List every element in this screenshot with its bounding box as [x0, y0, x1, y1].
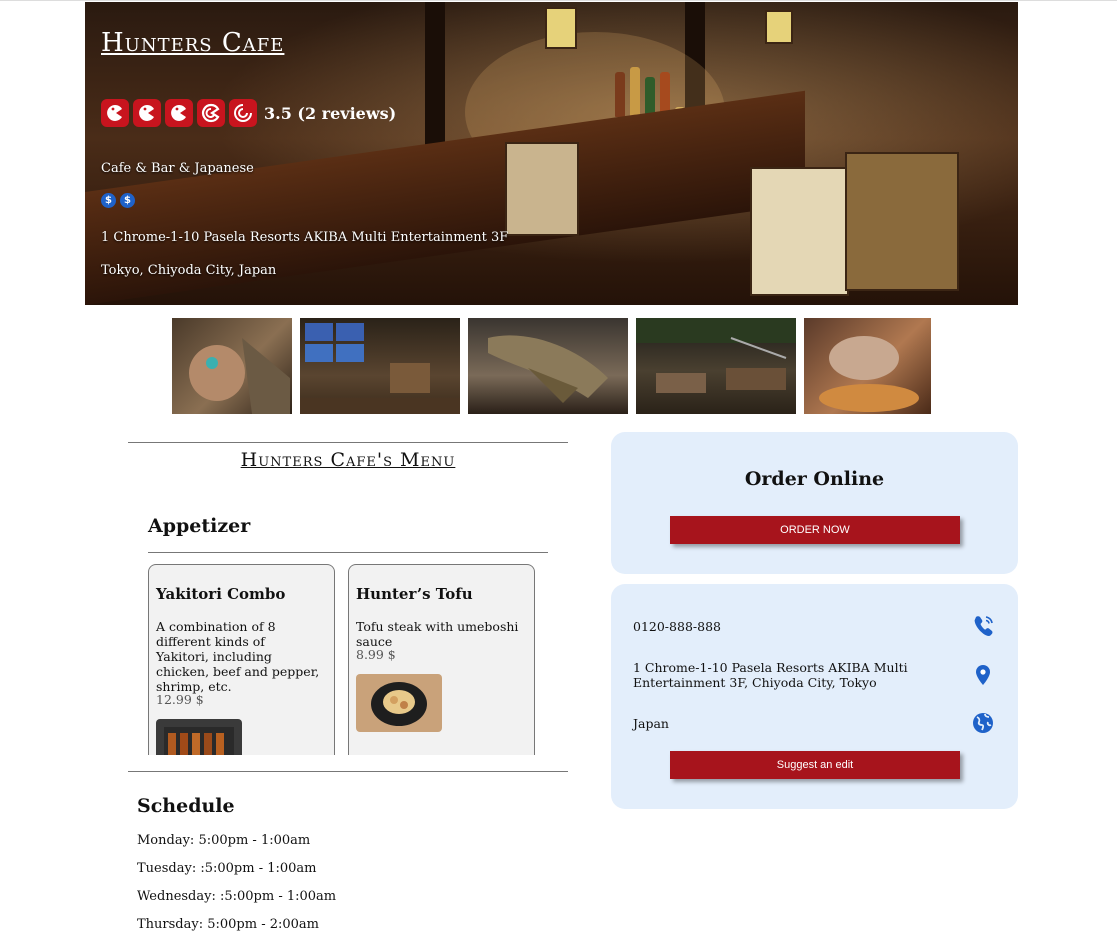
hero-address-line2: Tokyo, Chiyoda City, Japan	[101, 263, 277, 278]
order-online-title: Order Online	[744, 468, 885, 490]
hero-banner: Hunters Cafe 3.5 (2 reviews) Cafe & Bar …	[85, 2, 1018, 305]
rating: 3.5 (2 reviews)	[101, 99, 396, 127]
dollar-icon: $	[120, 193, 135, 208]
location-pin-icon[interactable]	[971, 663, 995, 687]
rating-meat-icon	[165, 99, 193, 127]
globe-icon[interactable]	[971, 711, 995, 735]
menu-item-description: A combination of 8 different kinds of Ya…	[156, 619, 320, 694]
phone-number[interactable]: 0120-888-888	[633, 619, 913, 634]
bottle	[630, 67, 640, 117]
schedule-row: Wednesday: :5:00pm - 1:00am	[137, 889, 337, 904]
restaurant-name[interactable]: Hunters Cafe	[101, 28, 284, 58]
menu-item-image	[356, 674, 442, 732]
hero-address-line1: 1 Chrome-1-10 Pasela Resorts AKIBA Multi…	[101, 230, 509, 245]
menu-title: Hunters Cafe's Menu	[240, 449, 456, 471]
sign	[765, 10, 793, 44]
dollar-icon: $	[101, 193, 116, 208]
menu-board	[505, 142, 579, 236]
gallery-thumbnail[interactable]	[804, 318, 931, 414]
cuisine-category: Cafe & Bar & Japanese	[101, 161, 254, 176]
schedule-row: Tuesday: :5:00pm - 1:00am	[137, 861, 317, 876]
order-online-panel: Order Online ORDER NOW	[611, 432, 1018, 574]
suggest-edit-button[interactable]: Suggest an edit	[670, 751, 960, 779]
contact-info-panel: 0120-888-888 1 Chrome-1-10 Pasela Resort…	[611, 584, 1018, 809]
menu-section: Hunters Cafe's Menu Appetizer Yakitori C…	[128, 442, 568, 772]
category-divider	[148, 552, 548, 553]
menu-item-price: 12.99 $	[156, 692, 204, 707]
menu-category: Appetizer	[148, 515, 251, 537]
gallery-thumbnail[interactable]	[636, 318, 796, 414]
country-text: Japan	[633, 716, 669, 731]
price-level: $ $	[101, 193, 139, 208]
menu-item-card[interactable]: Hunter’s Tofu Tofu steak with umeboshi s…	[348, 564, 535, 755]
sign	[545, 7, 577, 49]
schedule-row: Thursday: 5:00pm - 2:00am	[137, 917, 319, 932]
gallery-thumbnail[interactable]	[300, 318, 460, 414]
phone-icon[interactable]	[971, 614, 995, 638]
menu-item-name: Hunter’s Tofu	[356, 585, 473, 603]
gallery-thumbnail[interactable]	[172, 318, 292, 414]
bottle	[615, 72, 625, 117]
rating-meat-icon	[101, 99, 129, 127]
order-now-button[interactable]: ORDER NOW	[670, 516, 960, 544]
schedule-title: Schedule	[137, 795, 235, 817]
poster	[750, 167, 849, 296]
gallery-thumbnail[interactable]	[468, 318, 628, 414]
menu-item-price: 8.99 $	[356, 647, 396, 662]
rating-meat-half-icon	[197, 99, 225, 127]
book-board	[845, 152, 959, 291]
menu-item-description: Tofu steak with umeboshi sauce	[356, 619, 519, 649]
rating-meat-icon	[133, 99, 161, 127]
top-divider	[0, 0, 1117, 1]
schedule-row: Monday: 5:00pm - 1:00am	[137, 833, 311, 848]
rating-meat-empty-icon	[229, 99, 257, 127]
menu-item-image	[156, 719, 242, 755]
menu-item-card[interactable]: Yakitori Combo A combination of 8 differ…	[148, 564, 335, 755]
menu-item-name: Yakitori Combo	[156, 585, 286, 603]
address-text: 1 Chrome-1-10 Pasela Resorts AKIBA Multi…	[633, 660, 908, 690]
rating-text: 3.5 (2 reviews)	[264, 103, 397, 123]
